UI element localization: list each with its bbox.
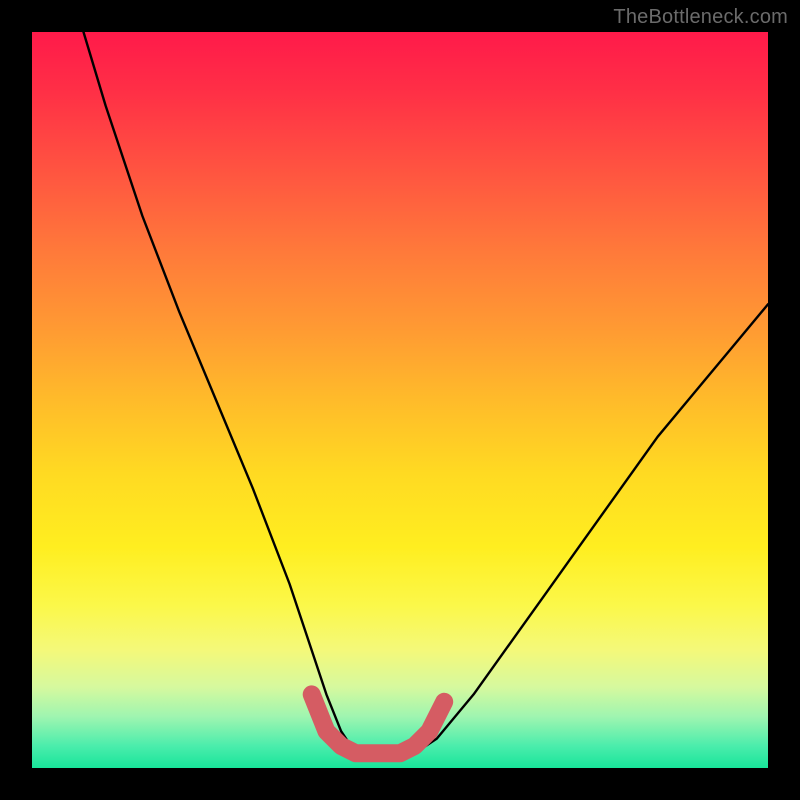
bottom-highlight bbox=[312, 694, 445, 753]
watermark-text: TheBottleneck.com bbox=[613, 6, 788, 29]
bottleneck-curve bbox=[84, 32, 769, 761]
chart-svg bbox=[32, 32, 768, 768]
plot-area bbox=[32, 32, 768, 768]
chart-frame: TheBottleneck.com bbox=[0, 0, 800, 800]
